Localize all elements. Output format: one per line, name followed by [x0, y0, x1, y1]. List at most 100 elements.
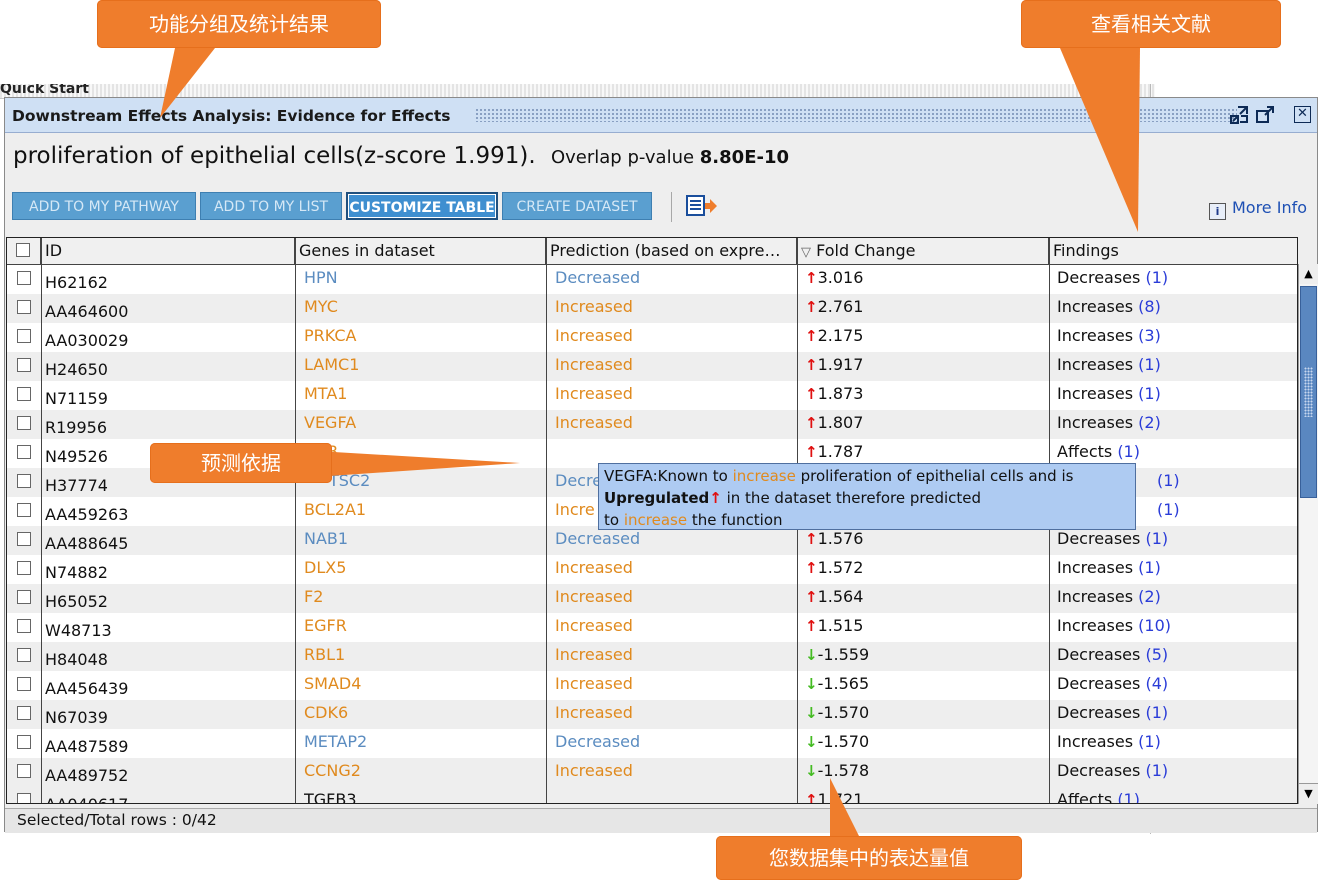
row-checkbox[interactable]: [17, 474, 31, 488]
finding-count-link[interactable]: (1): [1138, 355, 1161, 374]
select-all-checkbox[interactable]: [16, 243, 30, 257]
cell-gene-link[interactable]: F2: [304, 584, 323, 613]
cell-gene-link[interactable]: LAMC1: [304, 352, 359, 381]
cell-fold-change: ↓-1.570: [805, 729, 869, 758]
row-checkbox[interactable]: [17, 706, 31, 720]
finding-count-link[interactable]: (1): [1145, 703, 1168, 722]
customize-table-button[interactable]: CUSTOMIZE TABLE: [346, 192, 498, 220]
window-titlebar[interactable]: Downstream Effects Analysis: Evidence fo…: [5, 98, 1317, 133]
cell-findings: Decreases (4): [1057, 671, 1168, 700]
cell-gene-link[interactable]: VEGFA: [304, 410, 356, 439]
cell-prediction: Increased: [555, 413, 633, 432]
row-checkbox[interactable]: [17, 793, 31, 803]
add-to-my-list-button[interactable]: ADD TO MY LIST: [200, 192, 342, 220]
table-row[interactable]: AA464600 MYC Increased ↑2.761 Increases (8): [7, 294, 1297, 323]
row-checkbox[interactable]: [17, 358, 31, 372]
column-header-fold-change[interactable]: ▽ Fold Change: [797, 238, 1049, 264]
finding-count-link[interactable]: (2): [1138, 413, 1161, 432]
table-row[interactable]: R19956 VEGFA Increased ↑1.807 Increases (2): [7, 410, 1297, 439]
finding-count-link[interactable]: (1): [1145, 268, 1168, 287]
cell-gene-link[interactable]: TGFB3: [304, 787, 357, 803]
row-checkbox[interactable]: [17, 271, 31, 285]
table-row[interactable]: N74882 DLX5 Increased ↑1.572 Increases (1): [7, 555, 1297, 584]
finding-count-link[interactable]: (1): [1117, 442, 1140, 461]
table-row[interactable]: W48713 EGFR Increased ↑1.515 Increases (10): [7, 613, 1297, 642]
table-row[interactable]: AA489752 CCNG2 Increased ↓-1.578 Decreases (…: [7, 758, 1297, 787]
table-row[interactable]: N67039 CDK6 Increased ↓-1.570 Decreases (1): [7, 700, 1297, 729]
cell-gene-link[interactable]: CDK6: [304, 700, 348, 729]
cell-gene-link[interactable]: METAP2: [304, 729, 367, 758]
row-checkbox[interactable]: [17, 416, 31, 430]
more-info-link[interactable]: i More Info: [1208, 198, 1307, 220]
cell-gene-link[interactable]: MTA1: [304, 381, 347, 410]
cell-gene-link[interactable]: PRKCA: [304, 323, 357, 352]
scroll-down-icon[interactable]: ▼: [1299, 783, 1318, 804]
table-row[interactable]: AA030029 PRKCA Increased ↑2.175 Increases (3…: [7, 323, 1297, 352]
finding-count-link[interactable]: (1): [1117, 790, 1140, 803]
cell-fold-change: ↑2.761: [805, 294, 863, 323]
cell-gene-link[interactable]: EGFR: [304, 613, 347, 642]
table-row[interactable]: AA040617 TGFB3 ↑1.721 Affects (1): [7, 787, 1297, 803]
row-checkbox[interactable]: [17, 648, 31, 662]
row-checkbox[interactable]: [17, 503, 31, 517]
scroll-thumb[interactable]: [1300, 286, 1317, 498]
finding-count-link[interactable]: (1): [1145, 529, 1168, 548]
cell-gene-link[interactable]: DLX5: [304, 555, 346, 584]
cell-gene-link[interactable]: TSC2: [329, 468, 370, 497]
add-to-my-pathway-button[interactable]: ADD TO MY PATHWAY: [12, 192, 196, 220]
row-checkbox[interactable]: [17, 387, 31, 401]
cell-prediction: Increased: [555, 355, 633, 374]
row-checkbox[interactable]: [17, 590, 31, 604]
vertical-scrollbar[interactable]: ▲ ▼: [1298, 264, 1318, 804]
finding-count-link[interactable]: (1): [1138, 384, 1161, 403]
row-checkbox[interactable]: [17, 561, 31, 575]
cell-gene-link[interactable]: NAB1: [304, 526, 348, 555]
finding-count-link[interactable]: (1): [1145, 761, 1168, 780]
cell-gene-link[interactable]: RBL1: [304, 642, 345, 671]
finding-count-link[interactable]: (1): [1138, 732, 1161, 751]
column-header-findings[interactable]: Findings: [1049, 238, 1297, 264]
finding-count-link[interactable]: (1): [1138, 558, 1161, 577]
row-checkbox[interactable]: [17, 329, 31, 343]
row-checkbox[interactable]: [17, 300, 31, 314]
row-checkbox[interactable]: [17, 677, 31, 691]
finding-count-link[interactable]: (3): [1138, 326, 1161, 345]
finding-count-link[interactable]: (1): [1157, 497, 1180, 526]
down-arrow-icon: ↓: [805, 762, 818, 780]
export-table-icon[interactable]: [685, 193, 719, 219]
restore-icon[interactable]: [1229, 105, 1249, 125]
cell-gene-link[interactable]: BCL2A1: [304, 497, 366, 526]
create-dataset-button[interactable]: CREATE DATASET: [502, 192, 652, 220]
table-row[interactable]: H62162 HPN Decreased ↑3.016 Decreases (1): [7, 265, 1297, 294]
close-icon[interactable]: ✕: [1294, 106, 1311, 123]
table-row[interactable]: H24650 LAMC1 Increased ↑1.917 Increases (1): [7, 352, 1297, 381]
row-checkbox[interactable]: [17, 532, 31, 546]
select-all-header[interactable]: [7, 238, 41, 264]
row-checkbox[interactable]: [17, 764, 31, 778]
status-bar: Selected/Total rows : 0/42: [5, 808, 1317, 833]
finding-count-link[interactable]: (5): [1145, 645, 1168, 664]
finding-count-link[interactable]: (4): [1145, 674, 1168, 693]
table-row[interactable]: H65052 F2 Increased ↑1.564 Increases (2): [7, 584, 1297, 613]
table-row[interactable]: N71159 MTA1 Increased ↑1.873 Increases (1): [7, 381, 1297, 410]
cell-gene-link[interactable]: MYC: [304, 294, 338, 323]
cell-gene-link[interactable]: CCNG2: [304, 758, 361, 787]
row-checkbox[interactable]: [17, 445, 31, 459]
table-row[interactable]: AA487589 METAP2 Decreased ↓-1.570 Increases …: [7, 729, 1297, 758]
column-header-prediction[interactable]: Prediction (based on expre…: [546, 238, 797, 264]
table-row[interactable]: H84048 RBL1 Increased ↓-1.559 Decreases (5): [7, 642, 1297, 671]
column-header-genes[interactable]: Genes in dataset: [295, 238, 546, 264]
finding-count-link[interactable]: (1): [1157, 468, 1180, 497]
finding-count-link[interactable]: (2): [1138, 587, 1161, 606]
table-row[interactable]: AA456439 SMAD4 Increased ↓-1.565 Decreases (…: [7, 671, 1297, 700]
cell-gene-link[interactable]: HPN: [304, 265, 338, 294]
finding-count-link[interactable]: (10): [1138, 616, 1171, 635]
cell-gene-link[interactable]: SMAD4: [304, 671, 361, 700]
finding-count-link[interactable]: (8): [1138, 297, 1161, 316]
scroll-up-icon[interactable]: ▲: [1299, 264, 1318, 284]
maximize-icon[interactable]: [1255, 105, 1275, 125]
cell-fold-change: ↓-1.565: [805, 671, 869, 700]
row-checkbox[interactable]: [17, 735, 31, 749]
column-header-id[interactable]: ID: [41, 238, 295, 264]
row-checkbox[interactable]: [17, 619, 31, 633]
